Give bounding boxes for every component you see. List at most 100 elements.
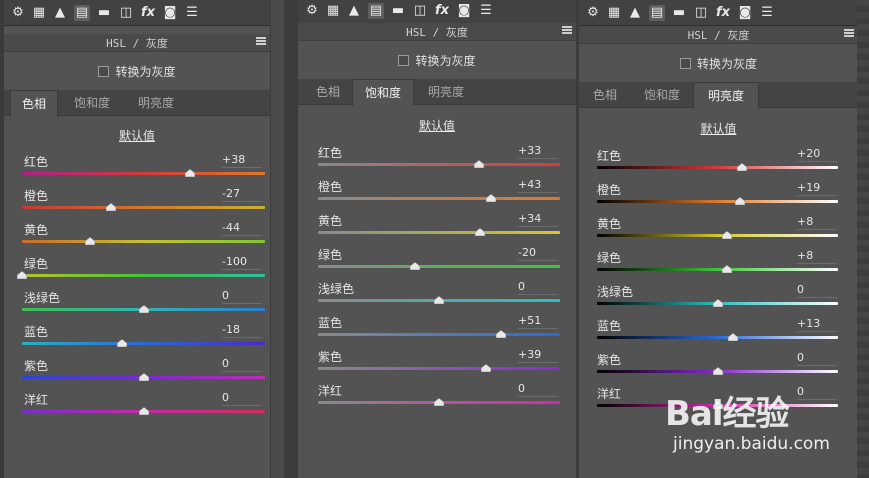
default-button[interactable]: 默认值 (298, 117, 576, 134)
slider-track[interactable] (22, 342, 265, 345)
aperture-icon[interactable]: ⚙ (304, 3, 320, 19)
slider-value-field[interactable]: -27 (222, 187, 262, 202)
camera-icon[interactable]: ◙ (737, 5, 753, 21)
fx-icon[interactable]: fx (434, 3, 450, 19)
slider-thumb[interactable] (486, 194, 497, 202)
slider-track[interactable] (597, 234, 838, 237)
slider-value-field[interactable]: +33 (518, 144, 558, 159)
slider-value-field[interactable]: +38 (222, 153, 262, 168)
split-toning-icon[interactable]: ▬ (390, 3, 406, 19)
checkbox-box[interactable] (679, 58, 691, 69)
convert-grayscale-checkbox[interactable]: 转换为灰度 (4, 63, 270, 80)
grid-icon[interactable]: ▦ (31, 5, 47, 21)
slider-thumb[interactable] (473, 160, 484, 168)
camera-icon[interactable]: ◙ (456, 3, 472, 19)
camera-icon[interactable]: ◙ (162, 5, 178, 21)
slider-value-field[interactable]: +34 (518, 212, 558, 227)
slider-track[interactable] (22, 240, 265, 243)
fx-icon[interactable]: fx (715, 5, 731, 21)
slider-track[interactable] (318, 367, 560, 370)
slider-value-field[interactable]: +8 (797, 249, 837, 264)
slider-track[interactable] (597, 336, 838, 339)
slider-value-field[interactable]: +8 (797, 215, 837, 230)
panel-menu-icon[interactable] (844, 29, 854, 39)
slider-value-field[interactable]: -44 (222, 221, 262, 236)
hsl-panel-icon[interactable]: ▤ (74, 5, 90, 21)
slider-value-field[interactable]: 0 (518, 280, 558, 295)
slider-value-field[interactable]: +43 (518, 178, 558, 193)
split-toning-icon[interactable]: ▬ (671, 5, 687, 21)
slider-track[interactable] (318, 163, 560, 166)
slider-value-field[interactable]: -18 (222, 323, 262, 338)
grid-icon[interactable]: ▦ (606, 5, 622, 21)
slider-track[interactable] (597, 268, 838, 271)
slider-thumb[interactable] (722, 231, 733, 239)
panel-menu-icon[interactable] (256, 37, 266, 47)
slider-thumb[interactable] (481, 364, 492, 372)
mountain-icon[interactable]: ▲ (52, 5, 68, 21)
hsl-panel-icon[interactable]: ▤ (649, 5, 665, 21)
checkbox-box[interactable] (398, 55, 410, 66)
slider-value-field[interactable]: 0 (797, 351, 837, 366)
mountain-icon[interactable]: ▲ (627, 5, 643, 21)
slider-thumb[interactable] (138, 305, 149, 313)
slider-thumb[interactable] (495, 330, 506, 338)
slider-track[interactable] (318, 231, 560, 234)
slider-thumb[interactable] (434, 398, 444, 406)
panel-menu-icon[interactable] (562, 26, 572, 36)
slider-value-field[interactable]: 0 (222, 289, 262, 304)
tab-saturation[interactable]: 饱和度 (60, 90, 124, 116)
convert-grayscale-checkbox[interactable]: 转换为灰度 (298, 52, 576, 69)
default-button[interactable]: 默认值 (579, 120, 858, 137)
slider-value-field[interactable]: -100 (222, 255, 262, 270)
slider-thumb[interactable] (728, 333, 739, 341)
slider-track[interactable] (597, 200, 838, 203)
slider-thumb[interactable] (722, 265, 733, 273)
slider-value-field[interactable]: +20 (797, 147, 837, 162)
slider-thumb[interactable] (434, 296, 444, 304)
default-button[interactable]: 默认值 (4, 127, 270, 144)
slider-track[interactable] (318, 265, 560, 268)
tab-hue[interactable]: 色相 (304, 79, 352, 105)
slider-track[interactable] (22, 206, 265, 209)
slider-value-field[interactable]: +13 (797, 317, 837, 332)
convert-grayscale-checkbox[interactable]: 转换为灰度 (579, 55, 858, 72)
aperture-icon[interactable]: ⚙ (10, 5, 26, 21)
slider-track[interactable] (22, 274, 265, 277)
slider-thumb[interactable] (138, 373, 149, 381)
aperture-icon[interactable]: ⚙ (585, 5, 601, 21)
tab-luminance[interactable]: 明亮度 (414, 79, 478, 105)
slider-track[interactable] (597, 166, 838, 169)
slider-thumb[interactable] (138, 407, 149, 415)
slider-value-field[interactable]: 0 (222, 357, 262, 372)
slider-value-field[interactable]: 0 (797, 283, 837, 298)
tab-luminance[interactable]: 明亮度 (124, 90, 188, 116)
slider-thumb[interactable] (184, 169, 195, 177)
sliders-icon[interactable]: ☰ (184, 5, 200, 21)
slider-thumb[interactable] (85, 237, 96, 245)
checkbox-box[interactable] (98, 66, 110, 77)
lens-icon[interactable]: ◫ (412, 3, 428, 19)
lens-icon[interactable]: ◫ (693, 5, 709, 21)
slider-thumb[interactable] (712, 367, 723, 375)
tab-hue[interactable]: 色相 (10, 90, 58, 117)
slider-thumb[interactable] (712, 299, 723, 307)
tab-saturation[interactable]: 饱和度 (352, 79, 414, 106)
slider-thumb[interactable] (17, 271, 27, 279)
sliders-icon[interactable]: ☰ (478, 3, 494, 19)
grid-icon[interactable]: ▦ (325, 3, 341, 19)
slider-track[interactable] (318, 333, 560, 336)
mountain-icon[interactable]: ▲ (346, 3, 362, 19)
sliders-icon[interactable]: ☰ (759, 5, 775, 21)
slider-value-field[interactable]: -20 (518, 246, 558, 261)
slider-value-field[interactable]: +51 (518, 314, 558, 329)
slider-thumb[interactable] (735, 197, 746, 205)
slider-value-field[interactable]: 0 (518, 382, 558, 397)
slider-thumb[interactable] (105, 203, 116, 211)
slider-value-field[interactable]: 0 (222, 391, 262, 406)
split-toning-icon[interactable]: ▬ (96, 5, 112, 21)
tab-saturation[interactable]: 饱和度 (631, 82, 693, 108)
slider-thumb[interactable] (409, 262, 420, 270)
tab-luminance[interactable]: 明亮度 (693, 82, 759, 109)
slider-thumb[interactable] (736, 163, 747, 171)
